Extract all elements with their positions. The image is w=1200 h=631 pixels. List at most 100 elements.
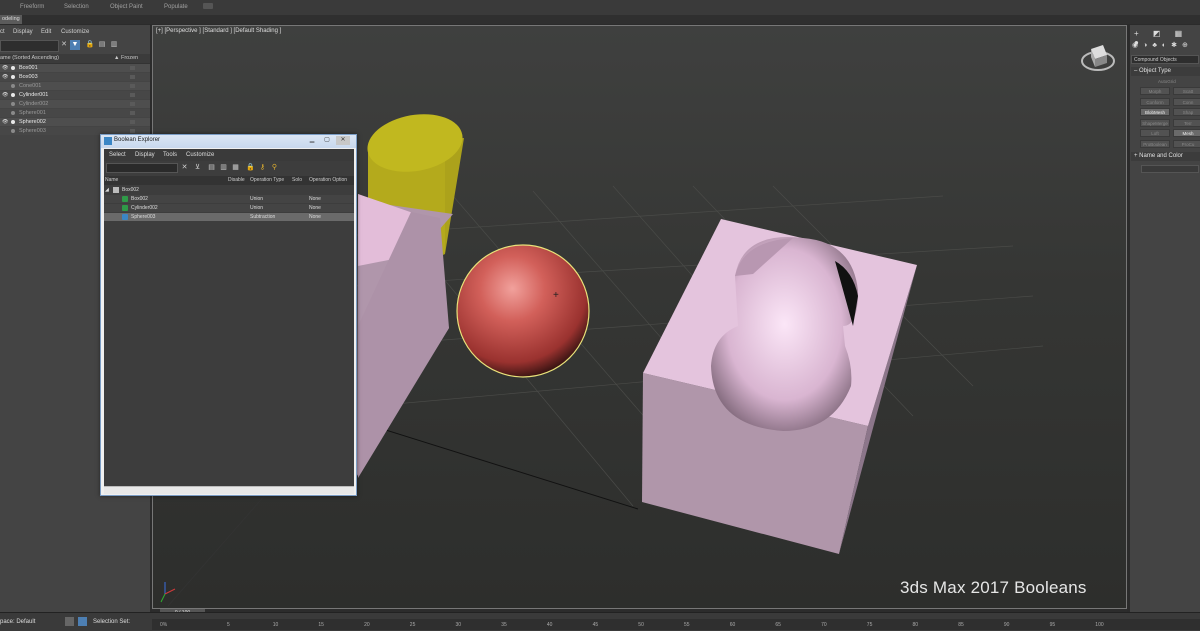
lock-icon[interactable]: 🔒 bbox=[246, 163, 255, 173]
workspace-label[interactable]: pace: Default bbox=[0, 619, 35, 625]
frozen-column-header[interactable]: ▲ Frozen bbox=[114, 55, 138, 61]
freeze-icon[interactable] bbox=[130, 111, 135, 115]
col-operation-option[interactable]: Operation Option bbox=[309, 177, 347, 183]
ribbon-tab-selection[interactable]: Selection bbox=[64, 4, 89, 10]
create-mesh-button[interactable]: Mesh bbox=[1173, 129, 1200, 137]
hierarchy-icon[interactable]: ▥ bbox=[109, 40, 119, 50]
ribbon-tab-object-paint[interactable]: Object Paint bbox=[110, 4, 143, 10]
close-button[interactable]: ✕ bbox=[336, 136, 350, 145]
ribbon-tab-freeform[interactable]: Freeform bbox=[20, 4, 44, 10]
bool-menu-customize[interactable]: Customize bbox=[186, 152, 214, 158]
key-icon[interactable]: ⚷ bbox=[258, 163, 267, 173]
lock-icon[interactable]: 🔒 bbox=[85, 40, 95, 50]
track-bar[interactable]: 0% 5 10 15 20 25 30 35 40 45 50 55 60 65 70 75 80 85 90 95… bbox=[152, 619, 1200, 630]
viewport-label[interactable]: [+] [Perspective ] [Standard ] [Default … bbox=[156, 28, 281, 34]
freeze-icon[interactable] bbox=[130, 75, 135, 79]
list-icon[interactable]: ▤ bbox=[207, 163, 216, 173]
menu-edit[interactable]: Edit bbox=[41, 29, 51, 35]
render-toggle-icon[interactable] bbox=[11, 102, 15, 106]
scene-item-cylinder001[interactable]: 👁 Cylinder001 bbox=[0, 91, 150, 99]
autogrid-checkbox[interactable]: AutoGrid bbox=[1158, 79, 1176, 84]
create-blobmesh-button[interactable]: BlobMesh bbox=[1140, 108, 1170, 116]
scene-item-box003[interactable]: 👁 Box003 bbox=[0, 73, 150, 81]
create-procu-button[interactable]: ProCu bbox=[1173, 139, 1200, 148]
clear-search-icon[interactable]: ✕ bbox=[180, 163, 189, 173]
create-conn-button[interactable]: Conn bbox=[1173, 97, 1200, 106]
menu-select[interactable]: ct bbox=[0, 29, 5, 35]
create-terr-button[interactable]: Terr bbox=[1173, 118, 1200, 127]
render-toggle-icon[interactable] bbox=[11, 111, 15, 115]
modeling-tab[interactable]: odeling bbox=[0, 15, 22, 24]
boolean-operand-row[interactable]: Sphere003 Subtraction None bbox=[104, 213, 354, 221]
create-shapemerge-button[interactable]: ShapeMerge bbox=[1140, 118, 1170, 127]
scene-item-sphere002[interactable]: 👁 Sphere002 bbox=[0, 118, 150, 126]
list-detail-icon[interactable]: ▥ bbox=[219, 163, 228, 173]
operation-option[interactable]: None bbox=[309, 213, 321, 221]
object-type-rollout[interactable]: – Object Type bbox=[1131, 67, 1200, 76]
render-toggle-icon[interactable] bbox=[11, 84, 15, 88]
render-toggle-icon[interactable] bbox=[11, 120, 15, 124]
name-color-rollout[interactable]: + Name and Color bbox=[1131, 152, 1200, 161]
render-toggle-icon[interactable] bbox=[11, 93, 15, 97]
eye-icon[interactable] bbox=[2, 110, 8, 116]
freeze-icon[interactable] bbox=[130, 84, 135, 88]
clear-search-icon[interactable]: ✕ bbox=[59, 40, 69, 50]
maximize-button[interactable]: ▢ bbox=[320, 136, 334, 145]
bool-menu-select[interactable]: Select bbox=[109, 152, 126, 158]
render-toggle-icon[interactable] bbox=[11, 66, 15, 70]
minimize-button[interactable]: ▁ bbox=[305, 136, 319, 145]
eye-icon[interactable] bbox=[2, 83, 8, 89]
selection-sets-label[interactable]: Selection Set: bbox=[93, 619, 130, 625]
bool-menu-display[interactable]: Display bbox=[135, 152, 155, 158]
render-toggle-icon[interactable] bbox=[11, 75, 15, 79]
col-operation-type[interactable]: Operation Type bbox=[250, 177, 284, 183]
freeze-icon[interactable] bbox=[130, 120, 135, 124]
selection-lock-icon[interactable] bbox=[78, 617, 87, 626]
col-solo[interactable]: Solo bbox=[292, 177, 302, 183]
object-category-dropdown[interactable]: Compound Objects bbox=[1131, 55, 1199, 64]
eye-icon[interactable]: 👁 bbox=[2, 65, 8, 71]
col-disable[interactable]: Disable bbox=[228, 177, 245, 183]
create-morph-button[interactable]: Morph bbox=[1140, 87, 1170, 95]
script-icon[interactable] bbox=[65, 617, 74, 626]
operation-type[interactable]: Union bbox=[250, 204, 263, 212]
filter-icon[interactable]: ⊻ bbox=[193, 163, 202, 173]
scene-item-sphere001[interactable]: Sphere001 bbox=[0, 109, 150, 117]
ribbon-options-button[interactable] bbox=[203, 3, 213, 9]
horizontal-scrollbar[interactable] bbox=[104, 486, 354, 494]
create-proboolean-button[interactable]: ProBoolean bbox=[1140, 139, 1170, 148]
object-name-input[interactable] bbox=[1141, 165, 1199, 173]
menu-display[interactable]: Display bbox=[13, 29, 33, 35]
freeze-icon[interactable] bbox=[130, 93, 135, 97]
menu-customize[interactable]: Customize bbox=[61, 29, 89, 35]
ribbon-tab-populate[interactable]: Populate bbox=[164, 4, 188, 10]
operation-type[interactable]: Union bbox=[250, 195, 263, 203]
eye-icon[interactable]: 👁 bbox=[2, 119, 8, 125]
scene-item-box001[interactable]: 👁 Box001 bbox=[0, 64, 150, 72]
create-shap-button[interactable]: Shap bbox=[1173, 108, 1200, 116]
name-column-header[interactable]: ame (Sorted Ascending) bbox=[0, 55, 59, 61]
scene-search-input[interactable] bbox=[0, 40, 59, 52]
table-icon[interactable]: ▦ bbox=[231, 163, 240, 173]
create-category-icons[interactable]: ◉◑♣◐✱⊕ bbox=[1132, 41, 1198, 50]
link-icon[interactable]: ⚲ bbox=[270, 163, 279, 173]
boolean-root-row[interactable]: ◢ Box002 bbox=[104, 186, 354, 194]
freeze-icon[interactable] bbox=[130, 102, 135, 106]
render-toggle-icon[interactable] bbox=[11, 129, 15, 133]
freeze-icon[interactable] bbox=[130, 129, 135, 133]
create-conform-button[interactable]: Conform bbox=[1140, 97, 1170, 106]
panel-tabs[interactable]: + ◩ ▦ ● bbox=[1134, 29, 1194, 47]
boolean-operand-row[interactable]: Box002 Union None bbox=[104, 195, 354, 203]
scene-item-cone001[interactable]: Cone001 bbox=[0, 82, 150, 90]
layer-icon[interactable]: ▤ bbox=[97, 40, 107, 50]
col-name[interactable]: Name bbox=[105, 177, 118, 183]
expand-icon[interactable]: ◢ bbox=[105, 186, 109, 194]
boolean-operand-row[interactable]: Cylinder002 Union None bbox=[104, 204, 354, 212]
operation-type[interactable]: Subtraction bbox=[250, 213, 275, 221]
eye-icon[interactable]: 👁 bbox=[2, 92, 8, 98]
boolean-search-input[interactable] bbox=[106, 163, 178, 173]
create-scatt-button[interactable]: Scatt bbox=[1173, 87, 1200, 95]
eye-icon[interactable] bbox=[2, 101, 8, 107]
create-loft-button[interactable]: Loft bbox=[1140, 129, 1170, 137]
eye-icon[interactable] bbox=[2, 128, 8, 134]
